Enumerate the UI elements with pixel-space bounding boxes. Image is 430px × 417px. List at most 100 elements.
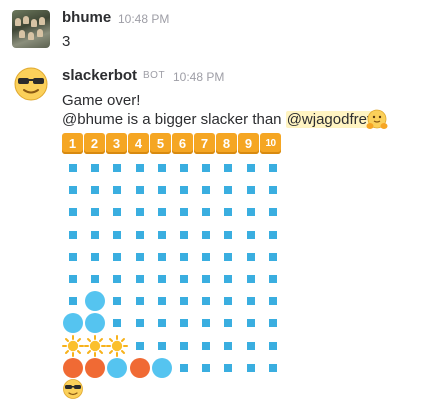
username[interactable]: slackerbot <box>62 67 137 84</box>
message-bhume: bhume 10:48 PM 3 <box>0 0 430 60</box>
blue-piece <box>84 290 106 312</box>
empty-slot <box>240 268 262 290</box>
empty-slot <box>173 357 195 379</box>
empty-slot <box>106 312 128 334</box>
empty-slot <box>173 312 195 334</box>
empty-slot <box>106 201 128 223</box>
empty-slot <box>240 157 262 179</box>
empty-slot <box>195 290 217 312</box>
empty-slot <box>195 224 217 246</box>
empty-slot <box>106 268 128 290</box>
empty-slot <box>62 201 84 223</box>
empty-slot <box>262 268 284 290</box>
empty-slot <box>106 224 128 246</box>
blue-piece <box>106 357 128 379</box>
empty-slot <box>151 335 173 357</box>
empty-slot <box>84 246 106 268</box>
empty-slot <box>173 157 195 179</box>
blue-piece <box>151 357 173 379</box>
empty-slot <box>151 179 173 201</box>
empty-slot <box>240 290 262 312</box>
empty-slot <box>195 312 217 334</box>
empty-slot <box>129 335 151 357</box>
empty-slot <box>262 290 284 312</box>
orange-piece <box>129 357 151 379</box>
empty-slot <box>195 179 217 201</box>
empty-slot <box>84 201 106 223</box>
empty-slot <box>62 224 84 246</box>
empty-slot <box>262 179 284 201</box>
empty-slot <box>195 357 217 379</box>
empty-slot <box>195 268 217 290</box>
column-key-7: 7 <box>194 133 215 154</box>
empty-slot <box>129 201 151 223</box>
empty-slot <box>173 224 195 246</box>
timestamp[interactable]: 10:48 PM <box>173 70 224 84</box>
empty-slot <box>62 268 84 290</box>
empty-slot <box>240 335 262 357</box>
empty-slot <box>262 157 284 179</box>
empty-slot <box>262 357 284 379</box>
empty-slot <box>151 268 173 290</box>
column-key-5: 5 <box>150 133 171 154</box>
empty-slot <box>262 246 284 268</box>
sunglasses-face-icon[interactable] <box>62 378 84 405</box>
empty-slot <box>84 157 106 179</box>
empty-slot <box>106 179 128 201</box>
empty-slot <box>106 246 128 268</box>
avatar[interactable] <box>12 65 50 103</box>
orange-piece <box>84 357 106 379</box>
empty-slot <box>151 246 173 268</box>
empty-slot <box>217 312 239 334</box>
column-key-row: 1 2 3 4 5 6 7 8 9 10 <box>62 133 281 154</box>
empty-slot <box>84 179 106 201</box>
empty-slot <box>151 312 173 334</box>
empty-slot <box>240 224 262 246</box>
empty-slot <box>262 335 284 357</box>
timestamp[interactable]: 10:48 PM <box>118 12 169 26</box>
column-key-4: 4 <box>128 133 149 154</box>
sun-icon <box>106 334 129 357</box>
empty-slot <box>240 201 262 223</box>
bot-badge: BOT <box>143 70 166 81</box>
empty-slot <box>195 246 217 268</box>
empty-slot <box>151 201 173 223</box>
empty-slot <box>195 201 217 223</box>
empty-slot <box>173 290 195 312</box>
empty-slot <box>106 157 128 179</box>
empty-slot <box>217 357 239 379</box>
empty-slot <box>217 268 239 290</box>
empty-slot <box>129 312 151 334</box>
empty-slot <box>106 290 128 312</box>
empty-slot <box>217 335 239 357</box>
empty-slot <box>173 268 195 290</box>
empty-slot <box>129 246 151 268</box>
empty-slot <box>240 357 262 379</box>
empty-slot <box>151 290 173 312</box>
orange-piece <box>62 357 84 379</box>
avatar[interactable] <box>12 10 50 48</box>
empty-slot <box>62 157 84 179</box>
empty-slot <box>173 335 195 357</box>
hugging-face-icon <box>366 109 388 131</box>
empty-slot <box>195 157 217 179</box>
sun-icon <box>62 334 84 357</box>
blue-piece <box>62 312 84 334</box>
column-key-3: 3 <box>106 133 127 154</box>
empty-slot <box>129 224 151 246</box>
username[interactable]: bhume <box>62 9 111 26</box>
empty-slot <box>240 246 262 268</box>
blue-piece <box>84 312 106 334</box>
empty-slot <box>240 179 262 201</box>
empty-slot <box>217 157 239 179</box>
message-text: 3 <box>62 33 71 50</box>
empty-slot <box>240 312 262 334</box>
column-key-9: 9 <box>238 133 259 154</box>
empty-slot <box>129 157 151 179</box>
empty-slot <box>129 290 151 312</box>
empty-slot <box>62 290 84 312</box>
column-key-8: 8 <box>216 133 237 154</box>
empty-slot <box>173 246 195 268</box>
user-mention[interactable]: @wjagodfrey <box>285 111 376 128</box>
empty-slot <box>151 224 173 246</box>
